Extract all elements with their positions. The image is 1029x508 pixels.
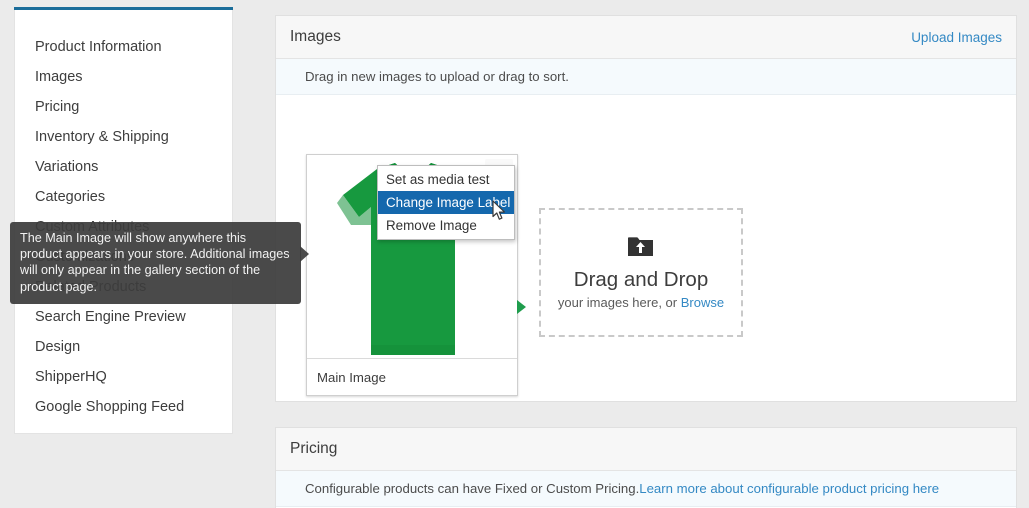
- app-root: Product Information Images Pricing Inven…: [0, 0, 1029, 508]
- dropzone-title: Drag and Drop: [573, 267, 709, 291]
- images-info-bar: Drag in new images to upload or drag to …: [276, 59, 1016, 95]
- images-panel-header: Images Upload Images: [276, 16, 1016, 59]
- upload-images-link[interactable]: Upload Images: [911, 30, 1002, 45]
- pricing-info-text: Configurable products can have Fixed or …: [305, 481, 640, 496]
- ctx-set-as-media-test[interactable]: Set as media test: [378, 168, 514, 191]
- sidebar-item-variations[interactable]: Variations: [15, 152, 232, 182]
- upload-folder-icon-svg: [628, 236, 653, 256]
- dropzone-browse-link[interactable]: Browse: [681, 295, 724, 310]
- pricing-info-bar: Configurable products can have Fixed or …: [276, 471, 1016, 507]
- sidebar-item-shipperhq[interactable]: ShipperHQ: [15, 362, 232, 392]
- sidebar-item-pricing[interactable]: Pricing: [15, 92, 232, 122]
- image-card-label: Main Image: [307, 358, 517, 395]
- image-context-menu[interactable]: Set as media test Change Image Label Rem…: [377, 165, 515, 240]
- images-info-text: Drag in new images to upload or drag to …: [305, 69, 569, 84]
- pricing-panel: Pricing Configurable products can have F…: [275, 427, 1017, 508]
- dropzone-subtitle: your images here, or Browse: [558, 295, 724, 310]
- dropzone-subtitle-prefix: your images here, or: [557, 294, 681, 310]
- sidebar-list: Product Information Images Pricing Inven…: [15, 10, 232, 422]
- ctx-remove-image[interactable]: Remove Image: [378, 214, 514, 237]
- sidebar-item-search-engine-preview[interactable]: Search Engine Preview: [15, 302, 232, 332]
- pricing-panel-header: Pricing: [276, 428, 1016, 471]
- sidebar-item-images[interactable]: Images: [15, 62, 232, 92]
- sidebar-item-google-shopping-feed[interactable]: Google Shopping Feed: [15, 392, 232, 422]
- tooltip-arrow: [300, 246, 309, 262]
- pricing-panel-title: Pricing: [290, 440, 338, 457]
- image-card-label-text: Main Image: [317, 369, 386, 385]
- ctx-change-image-label[interactable]: Change Image Label: [378, 191, 514, 214]
- images-panel-title: Images: [290, 28, 341, 45]
- upload-folder-icon: [628, 236, 654, 262]
- image-card-position-marker-icon: [517, 300, 526, 314]
- sidebar-item-design[interactable]: Design: [15, 332, 232, 362]
- main-image-tooltip: The Main Image will show anywhere this p…: [10, 222, 309, 304]
- sidebar-item-inventory-shipping[interactable]: Inventory & Shipping: [15, 122, 232, 152]
- sidebar-item-product-information[interactable]: Product Information: [15, 32, 232, 62]
- pricing-learn-more-link[interactable]: Learn more about configurable product pr…: [639, 481, 939, 496]
- tooltip-text: The Main Image will show anywhere this p…: [20, 231, 290, 294]
- image-dropzone[interactable]: Drag and Drop your images here, or Brows…: [539, 208, 743, 337]
- sidebar-item-categories[interactable]: Categories: [15, 182, 232, 212]
